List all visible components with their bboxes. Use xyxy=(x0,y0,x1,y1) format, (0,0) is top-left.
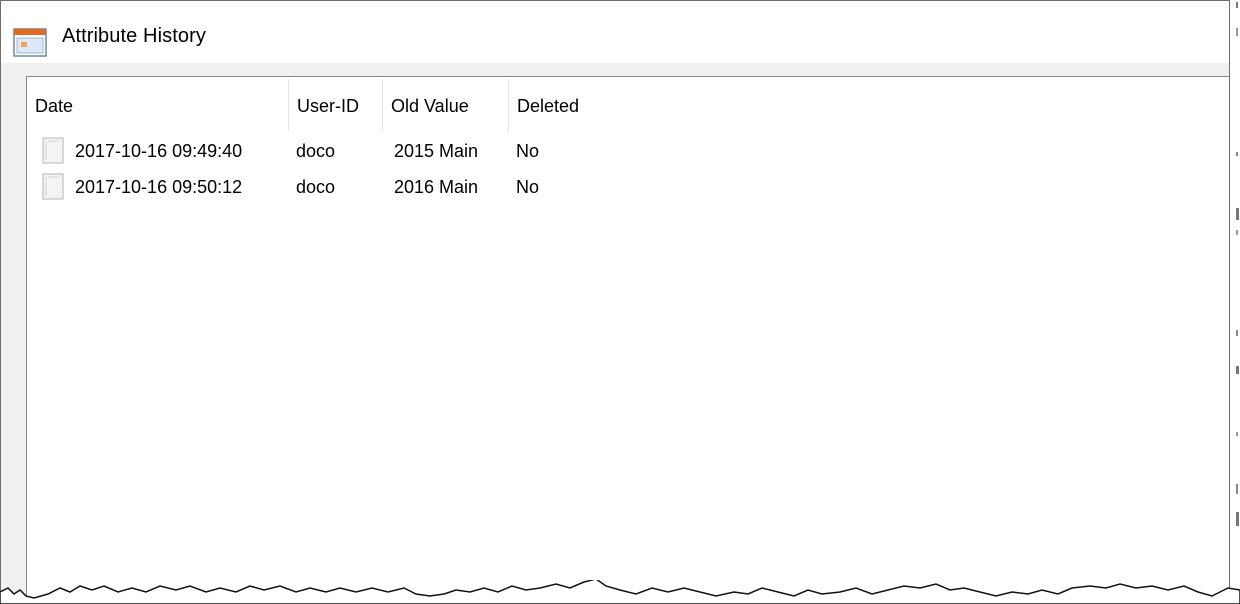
title-bar[interactable]: Attribute History xyxy=(1,1,1229,63)
column-label-old-value: Old Value xyxy=(391,96,469,116)
column-header-date[interactable]: Date xyxy=(27,77,289,133)
table-row[interactable]: 2017-10-16 09:49:40 doco 2015 Main No xyxy=(27,133,1229,169)
window-title: Attribute History xyxy=(62,25,206,47)
column-label-deleted: Deleted xyxy=(517,96,580,116)
screenshot-stage: Attribute History Date User-ID Old Value xyxy=(0,0,1240,604)
cell-user-id: doco xyxy=(296,177,336,197)
column-label-user-id: User-ID xyxy=(297,96,359,116)
column-label-date: Date xyxy=(35,96,74,116)
attribute-history-window: Attribute History Date User-ID Old Value xyxy=(0,0,1230,604)
cell-date: 2017-10-16 09:50:12 xyxy=(75,177,243,197)
cell-deleted: No xyxy=(516,177,540,197)
cell-old-value: 2015 Main xyxy=(394,141,479,161)
cell-deleted: No xyxy=(516,141,540,161)
list-header: Date User-ID Old Value Deleted xyxy=(27,77,1229,133)
window-app-icon xyxy=(13,28,47,57)
client-area: Date User-ID Old Value Deleted 2017-10-1… xyxy=(1,63,1229,604)
table-row[interactable]: 2017-10-16 09:50:12 doco 2016 Main No xyxy=(27,169,1229,205)
document-icon xyxy=(42,173,64,200)
column-header-deleted[interactable]: Deleted xyxy=(509,77,609,133)
torn-bottom-edge xyxy=(0,580,1240,604)
column-header-user-id[interactable]: User-ID xyxy=(289,77,383,133)
document-icon xyxy=(42,137,64,164)
cell-user-id: doco xyxy=(296,141,336,161)
cell-date: 2017-10-16 09:49:40 xyxy=(75,141,243,161)
cropped-edge-artifacts xyxy=(1236,2,1239,526)
history-list[interactable]: Date User-ID Old Value Deleted 2017-10-1… xyxy=(26,76,1229,604)
column-header-old-value[interactable]: Old Value xyxy=(383,77,509,133)
cell-old-value: 2016 Main xyxy=(394,177,479,197)
